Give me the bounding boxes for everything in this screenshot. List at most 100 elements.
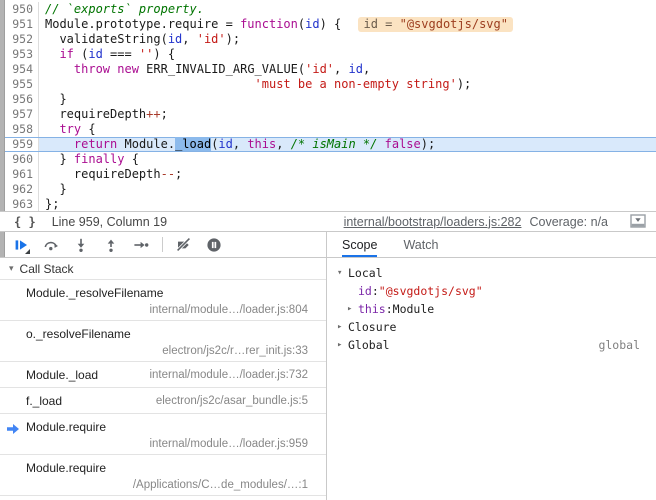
tree-expander-icon[interactable]: ▾ (337, 264, 348, 282)
code-token: /* isMain */ (290, 137, 378, 151)
line-number[interactable]: 958 (5, 122, 39, 137)
code-token: } (45, 182, 67, 196)
callstack-frame[interactable]: Module.require/Applications/C…de_modules… (0, 455, 326, 496)
code-token: if (59, 47, 74, 61)
code-token: new (117, 62, 139, 76)
code-token: Module.prototype.require = (45, 17, 241, 31)
code-text[interactable]: } (39, 182, 656, 197)
code-text[interactable]: } finally { (39, 152, 656, 167)
line-number[interactable]: 963 (5, 197, 39, 211)
code-text[interactable]: 'must be a non-empty string'); (39, 77, 656, 92)
tab-scope[interactable]: Scope (342, 232, 378, 257)
code-text[interactable]: }; (39, 197, 656, 211)
step-out-button[interactable] (102, 237, 120, 253)
callstack-frame[interactable]: f._load electron/js2c/asar_bundle.js:5 (0, 388, 326, 414)
code-token: ERR_INVALID_ARG_VALUE( (138, 62, 306, 76)
code-token: _load (175, 137, 212, 151)
code-token: , (232, 137, 248, 151)
code-token: -- (160, 167, 176, 181)
code-line: 958 try { (5, 122, 656, 137)
coverage-label: Coverage: n/a (529, 214, 608, 229)
resume-button[interactable] (12, 237, 30, 254)
line-number[interactable]: 952 (5, 32, 39, 47)
debugger-area: ▾ Call Stack Module._resolveFilenameinte… (0, 232, 656, 500)
source-editor[interactable]: 950// `exports` property. 951 Module.proto… (5, 0, 656, 211)
code-line: 957 requireDepth++; (5, 107, 656, 122)
tree-expander-icon[interactable]: ▸ (347, 300, 358, 318)
line-number[interactable]: 956 (5, 92, 39, 107)
callstack-frame[interactable]: Module._load internal/module…/loader.js:7… (0, 362, 326, 388)
scope-node-local[interactable]: ▾ Local (332, 264, 646, 282)
callstack-frame[interactable]: requireinternal/module…/loader.js:… (0, 496, 326, 500)
callstack-frame[interactable]: o._resolveFilename electron/js2c/r…rer_in… (0, 321, 326, 362)
code-line: 960 } finally { (5, 152, 656, 167)
line-number[interactable]: 950 (5, 2, 39, 17)
frame-location: internal/module…/loader.js:804 (149, 304, 308, 316)
deactivate-breakpoints-button[interactable] (175, 236, 193, 253)
code-text[interactable]: requireDepth--; (39, 167, 656, 182)
line-number[interactable]: 959 (5, 138, 39, 151)
line-number[interactable]: 951 (5, 17, 39, 32)
step-into-button[interactable] (72, 237, 90, 253)
scope-node-label: this (358, 302, 386, 316)
callstack-expander-icon: ▾ (9, 263, 14, 273)
code-token: , (362, 62, 371, 76)
file-location-link[interactable]: internal/bootstrap/loaders.js:282 (344, 215, 522, 229)
code-line: 963}; (5, 197, 656, 211)
callstack-frame[interactable]: Module.require internal/module…/loader.js… (0, 414, 326, 455)
scope-colon: : (385, 302, 393, 316)
code-text[interactable]: } (39, 92, 656, 107)
code-token: finally (73, 152, 125, 166)
code-token: return (73, 137, 118, 151)
code-text[interactable]: try { (39, 122, 656, 137)
code-token: throw (73, 62, 111, 76)
code-text[interactable]: if (id === '') { (39, 47, 656, 62)
code-text[interactable]: // `exports` property. (39, 2, 656, 17)
line-number[interactable]: 960 (5, 152, 39, 167)
devtools-sources-panel: 950// `exports` property. 951 Module.proto… (0, 0, 656, 500)
code-token: 'must be a non-empty string' (254, 77, 457, 91)
line-number[interactable]: 954 (5, 62, 39, 77)
code-token: id (88, 47, 103, 61)
code-token: 'id' (305, 62, 335, 76)
code-token: id (305, 17, 320, 31)
tab-watch[interactable]: Watch (403, 232, 438, 257)
step-button[interactable] (132, 237, 150, 253)
scope-node-this[interactable]: ▸ this: Module (332, 300, 646, 318)
scope-node-closure[interactable]: ▸ Closure (332, 318, 646, 336)
pause-on-exceptions-button[interactable] (205, 237, 223, 253)
line-number[interactable]: 953 (5, 47, 39, 62)
tree-expander-icon[interactable]: ▸ (337, 336, 348, 354)
scope-node-global[interactable]: ▸ Global global (332, 336, 646, 354)
line-number[interactable]: 957 (5, 107, 39, 122)
frame-function-name: Module.require (26, 461, 107, 475)
step-over-button[interactable] (42, 237, 60, 253)
callstack-header[interactable]: ▾ Call Stack (0, 258, 326, 280)
scope-node-id[interactable]: id: "@svgdotjs/svg" (332, 282, 646, 300)
scope-pane: Scope Watch ▾ Local id: "@svgdotjs/svg" ▸ th… (327, 232, 656, 500)
scope-tree: ▾ Local id: "@svgdotjs/svg" ▸ this: Module ▸ C… (327, 258, 656, 354)
pretty-print-button[interactable]: { } (14, 215, 36, 229)
code-text[interactable]: return Module._load(id, this, /* isMain … (39, 137, 656, 151)
frame-function-name: o._resolveFilename (26, 327, 131, 341)
callstack-frame[interactable]: Module._resolveFilename internal/module…/… (0, 280, 326, 321)
tree-expander-icon[interactable]: ▸ (337, 318, 348, 336)
line-number[interactable]: 955 (5, 77, 39, 92)
code-line: 951 Module.prototype.require = function(i… (5, 17, 656, 32)
inline-eval-value: "@svgdotjs/svg" (399, 17, 508, 31)
line-number[interactable]: 961 (5, 167, 39, 182)
code-token: ; (175, 167, 183, 181)
frame-function-name: Module._resolveFilename (26, 286, 164, 300)
code-line: 954 throw new ERR_INVALID_ARG_VALUE('id'… (5, 62, 656, 77)
code-token: '' (138, 47, 154, 61)
code-text[interactable]: throw new ERR_INVALID_ARG_VALUE('id', id… (39, 62, 656, 77)
code-text[interactable]: validateString(id, 'id'); (39, 32, 656, 47)
frame-location: /Applications/C…de_modules/…:1 (132, 479, 308, 491)
line-number[interactable]: 962 (5, 182, 39, 197)
panel-toggle-icon[interactable] (630, 213, 646, 230)
code-text[interactable]: requireDepth++; (39, 107, 656, 122)
code-text[interactable]: Module.prototype.require = function(id) … (39, 17, 656, 32)
frame-location: electron/js2c/r…rer_init.js:33 (162, 345, 308, 357)
